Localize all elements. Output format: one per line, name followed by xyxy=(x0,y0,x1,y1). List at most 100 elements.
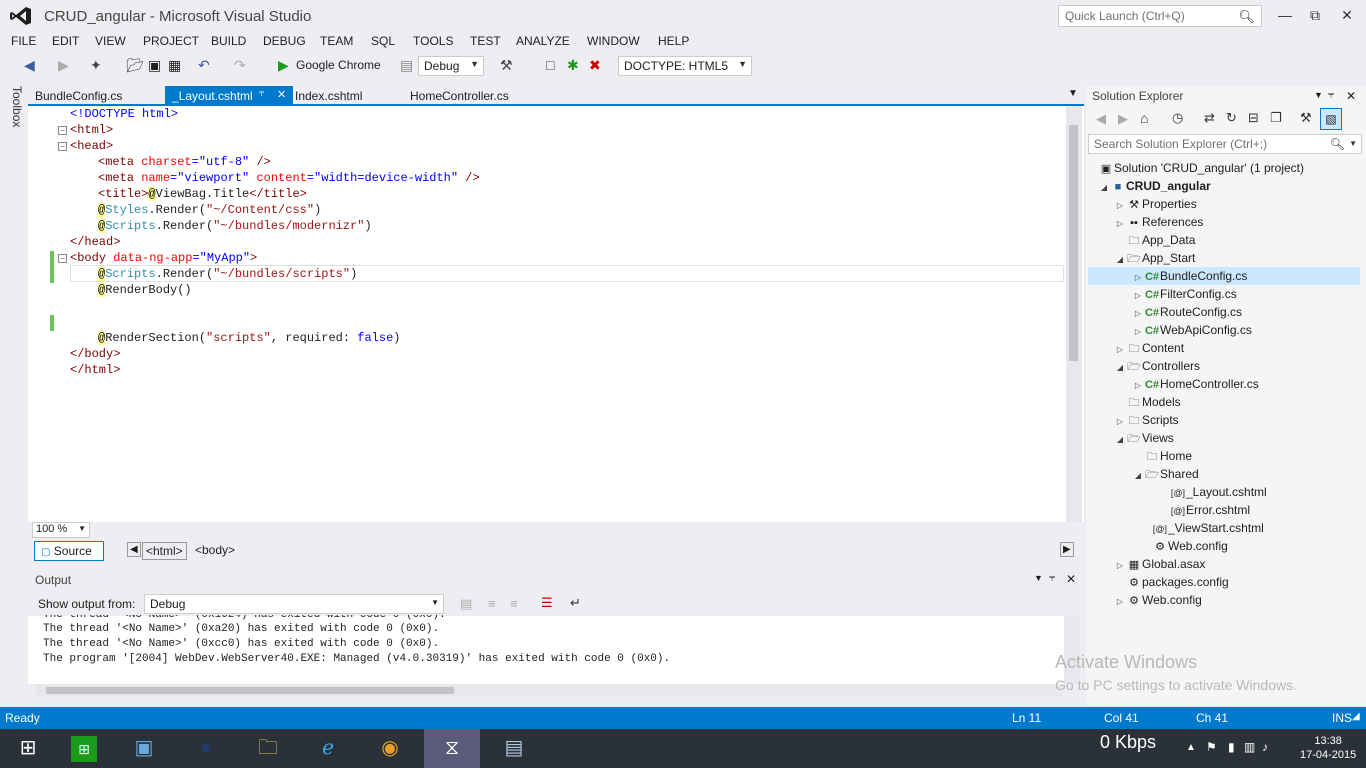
zoom-combo[interactable]: 100 % ▼ xyxy=(32,522,90,538)
start-icon[interactable]: ⊞ xyxy=(0,729,56,768)
tree-item-bundleconfig[interactable]: ▷ C#BundleConfig.cs xyxy=(1088,267,1360,285)
expanded-arrow-icon[interactable]: ◢ xyxy=(1132,467,1144,485)
tree-item-references[interactable]: ▷ ▪▪ References xyxy=(1114,213,1203,231)
back-icon[interactable]: ◀ xyxy=(24,57,35,74)
expanded-arrow-icon[interactable]: ◢ xyxy=(1114,431,1126,449)
editor-scroll-thumb[interactable] xyxy=(1069,125,1078,361)
close-icon[interactable]: ✕ xyxy=(1346,89,1356,103)
battery-icon[interactable]: ▮ xyxy=(1228,740,1235,754)
pin-icon[interactable]: ⫧ xyxy=(259,88,265,99)
undo-icon[interactable]: ↶ xyxy=(198,57,210,74)
resize-grip-icon[interactable]: ◢ xyxy=(1352,711,1360,722)
menu-team[interactable]: TEAM xyxy=(320,34,353,48)
save-icon[interactable]: ▣ xyxy=(148,57,161,74)
output-vertical-scrollbar[interactable] xyxy=(1064,616,1080,684)
eclipse-icon[interactable]: ● xyxy=(178,729,234,768)
tree-item-app-start[interactable]: ◢ 🗁︎App_Start xyxy=(1114,249,1195,267)
collapsed-arrow-icon[interactable]: ▷ xyxy=(1114,215,1126,233)
menu-file[interactable]: FILE xyxy=(11,34,36,48)
clock[interactable]: 13:38 17-04-2015 xyxy=(1300,734,1356,762)
tree-item-controllers[interactable]: ◢ 🗁︎Controllers xyxy=(1114,357,1200,375)
solution-explorer-search[interactable]: Search Solution Explorer (Ctrl+;) 🔍︎ ▼ xyxy=(1088,134,1362,154)
pane-menu-icon[interactable]: ▼ xyxy=(1034,573,1043,583)
collapsed-arrow-icon[interactable]: ▷ xyxy=(1114,593,1126,611)
tree-item-project[interactable]: ◢ ■ CRUD_angular xyxy=(1098,177,1211,195)
find-message-icon[interactable]: ▤ xyxy=(460,596,472,612)
output-source-combo[interactable]: Debug ▼ xyxy=(144,594,444,614)
preview-selected-icon[interactable]: ▧ xyxy=(1320,108,1342,130)
toolbox-tab[interactable]: Toolbox xyxy=(10,86,24,127)
home-icon[interactable]: ⌂ xyxy=(1140,110,1148,126)
menu-analyze[interactable]: ANALYZE xyxy=(516,34,570,48)
chrome-icon[interactable]: ◉ xyxy=(362,729,418,768)
minimize-button[interactable]: — xyxy=(1270,4,1300,26)
collapsed-arrow-icon[interactable]: ▷ xyxy=(1114,557,1126,575)
pending-changes-icon[interactable]: ◷ xyxy=(1172,110,1183,126)
redo-icon[interactable]: ↷ xyxy=(234,57,246,74)
back-icon[interactable]: ◀ xyxy=(1096,111,1106,127)
tab-index[interactable]: Index.cshtml xyxy=(288,86,369,106)
tree-item-shared[interactable]: ◢ 🗁︎Shared xyxy=(1132,465,1199,483)
tree-item-solution[interactable]: ▣ Solution 'CRUD_angular' (1 project) xyxy=(1098,159,1304,177)
page-icon[interactable]: □ xyxy=(546,57,554,73)
tree-item-global-asax[interactable]: ▷ ▦ Global.asax xyxy=(1114,555,1205,573)
tree-item-app-data[interactable]: 🗀︎ App_Data xyxy=(1126,231,1196,249)
tree-item-packages-config[interactable]: ⚙ packages.config xyxy=(1126,573,1229,591)
store-icon[interactable]: ⊞ xyxy=(56,729,112,768)
tree-item-scripts[interactable]: ▷ 🗀︎ Scripts xyxy=(1114,411,1179,429)
tree-item-layout[interactable]: [@]_Layout.cshtml xyxy=(1170,483,1267,501)
close-icon[interactable]: ✕ xyxy=(1066,572,1076,586)
fold-toggle-icon[interactable]: − xyxy=(58,142,67,151)
tab-bundleconfig[interactable]: BundleConfig.cs xyxy=(28,86,129,106)
volume-icon[interactable]: ♪ xyxy=(1262,740,1268,754)
uncomment-icon[interactable]: ✖ xyxy=(589,57,601,74)
browser-target[interactable]: Google Chrome xyxy=(296,58,381,72)
menu-project[interactable]: PROJECT xyxy=(143,34,199,48)
menu-help[interactable]: HELP xyxy=(658,34,689,48)
fold-toggle-icon[interactable]: − xyxy=(58,254,67,263)
breadcrumb-body[interactable]: <body> xyxy=(192,542,238,558)
close-icon[interactable]: ✕ xyxy=(277,88,286,101)
visual-studio-taskbar-icon[interactable]: ⧖ xyxy=(424,729,480,768)
source-view-button[interactable]: ▢ Source xyxy=(34,541,104,561)
attach-icon[interactable]: ⚒ xyxy=(500,57,513,74)
breadcrumb-left-icon[interactable]: ◀ xyxy=(127,542,141,557)
save-all-icon[interactable]: ▦ xyxy=(168,57,181,74)
collapse-all-icon[interactable]: ⊟ xyxy=(1248,110,1259,126)
pin-icon[interactable]: ⫧ xyxy=(1328,89,1334,102)
pane-menu-icon[interactable]: ▼ xyxy=(1314,90,1323,100)
file-explorer-icon[interactable]: 🗀︎ xyxy=(240,729,296,768)
action-center-icon[interactable]: ⚑ xyxy=(1206,740,1217,754)
menu-test[interactable]: TEST xyxy=(470,34,501,48)
tray-expand-icon[interactable]: ▲ xyxy=(1186,742,1196,753)
menu-tools[interactable]: TOOLS xyxy=(413,34,453,48)
tree-item-homecontroller[interactable]: ▷ C#HomeController.cs xyxy=(1132,375,1259,393)
sync-icon[interactable]: ⇄ xyxy=(1204,110,1215,126)
solution-config-combo[interactable]: Debug ▼ xyxy=(418,56,484,76)
tree-item-webconfig[interactable]: ▷ ⚙ Web.config xyxy=(1114,591,1202,609)
forward-icon[interactable]: ▶ xyxy=(1118,111,1128,127)
pin-icon[interactable]: ⫧ xyxy=(1049,572,1055,585)
browser-link-icon[interactable]: ▤ xyxy=(400,57,413,74)
tree-item-routeconfig[interactable]: ▷ C#RouteConfig.cs xyxy=(1132,303,1242,321)
fold-toggle-icon[interactable]: − xyxy=(58,126,67,135)
tree-item-viewstart[interactable]: [@]_ViewStart.cshtml xyxy=(1152,519,1264,537)
breadcrumb-right-icon[interactable]: ▶ xyxy=(1060,542,1074,557)
breadcrumb-html[interactable]: <html> xyxy=(142,542,187,560)
next-message-icon[interactable]: ≡ xyxy=(510,596,518,611)
network-icon[interactable]: ▥ xyxy=(1244,740,1255,754)
menu-build[interactable]: BUILD xyxy=(211,34,246,48)
menu-debug[interactable]: DEBUG xyxy=(263,34,306,48)
tree-item-views[interactable]: ◢ 🗁︎Views xyxy=(1114,429,1174,447)
tree-item-models[interactable]: 🗀︎ Models xyxy=(1126,393,1181,411)
internet-explorer-icon[interactable]: ℯ xyxy=(300,729,356,768)
refresh-icon[interactable]: ↻ xyxy=(1226,110,1237,126)
expanded-arrow-icon[interactable]: ◢ xyxy=(1098,179,1110,197)
editor-horizontal-scrollbar[interactable] xyxy=(28,522,1084,538)
tree-item-error[interactable]: [@]Error.cshtml xyxy=(1170,501,1250,519)
word-wrap-icon[interactable]: ↵ xyxy=(570,595,581,611)
quick-launch-input[interactable]: Quick Launch (Ctrl+Q) 🔍︎ xyxy=(1058,5,1262,27)
new-project-icon[interactable]: ✦ xyxy=(90,57,102,74)
properties-icon[interactable]: ⚒ xyxy=(1300,110,1312,126)
output-scroll-thumb[interactable] xyxy=(46,687,454,694)
